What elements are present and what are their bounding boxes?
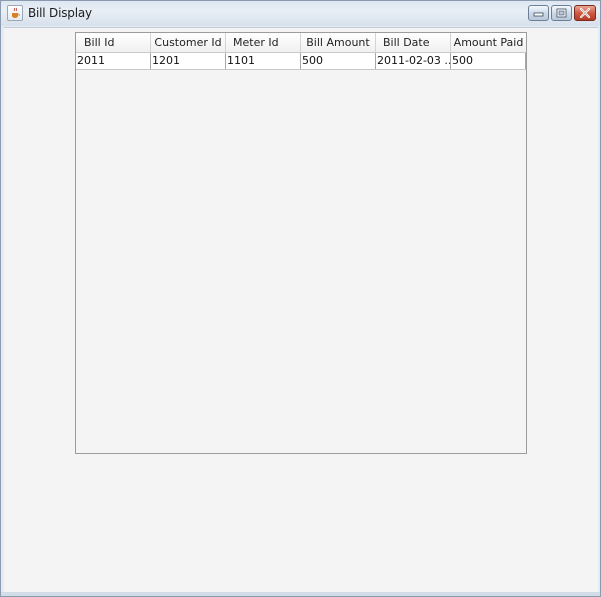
close-icon — [579, 7, 591, 19]
column-header-meter-id[interactable]: Meter Id — [226, 33, 301, 52]
window-bottom-border — [1, 592, 600, 596]
table-row[interactable]: 2011 1201 1101 500 2011-02-03 ... 500 — [76, 53, 526, 70]
column-header-bill-amount[interactable]: Bill Amount — [301, 33, 376, 52]
window-title: Bill Display — [28, 6, 92, 20]
maximize-button[interactable] — [551, 5, 572, 21]
cell-customer-id[interactable]: 1201 — [151, 53, 226, 69]
bill-table-scrollpane[interactable]: Bill Id Customer Id Meter Id Bill Amount… — [75, 32, 527, 454]
cell-bill-amount[interactable]: 500 — [301, 53, 376, 69]
maximize-icon — [556, 8, 567, 18]
column-header-amount-paid[interactable]: Amount Paid — [451, 33, 526, 52]
cell-bill-id[interactable]: 2011 — [76, 53, 151, 69]
minimize-button[interactable] — [528, 5, 549, 21]
close-button[interactable] — [574, 5, 596, 21]
minimize-icon — [533, 12, 544, 17]
title-bar[interactable]: Bill Display — [1, 1, 600, 26]
table-header: Bill Id Customer Id Meter Id Bill Amount… — [76, 33, 526, 53]
column-header-bill-id[interactable]: Bill Id — [76, 33, 151, 52]
column-header-bill-date[interactable]: Bill Date — [376, 33, 451, 52]
java-cup-icon[interactable] — [7, 5, 23, 21]
bill-display-window: Bill Display Bill Id Customer Id Meter I… — [0, 0, 601, 597]
cell-meter-id[interactable]: 1101 — [226, 53, 301, 69]
cell-bill-date[interactable]: 2011-02-03 ... — [376, 53, 451, 69]
column-header-customer-id[interactable]: Customer Id — [151, 33, 226, 52]
cell-amount-paid[interactable]: 500 — [451, 53, 526, 69]
